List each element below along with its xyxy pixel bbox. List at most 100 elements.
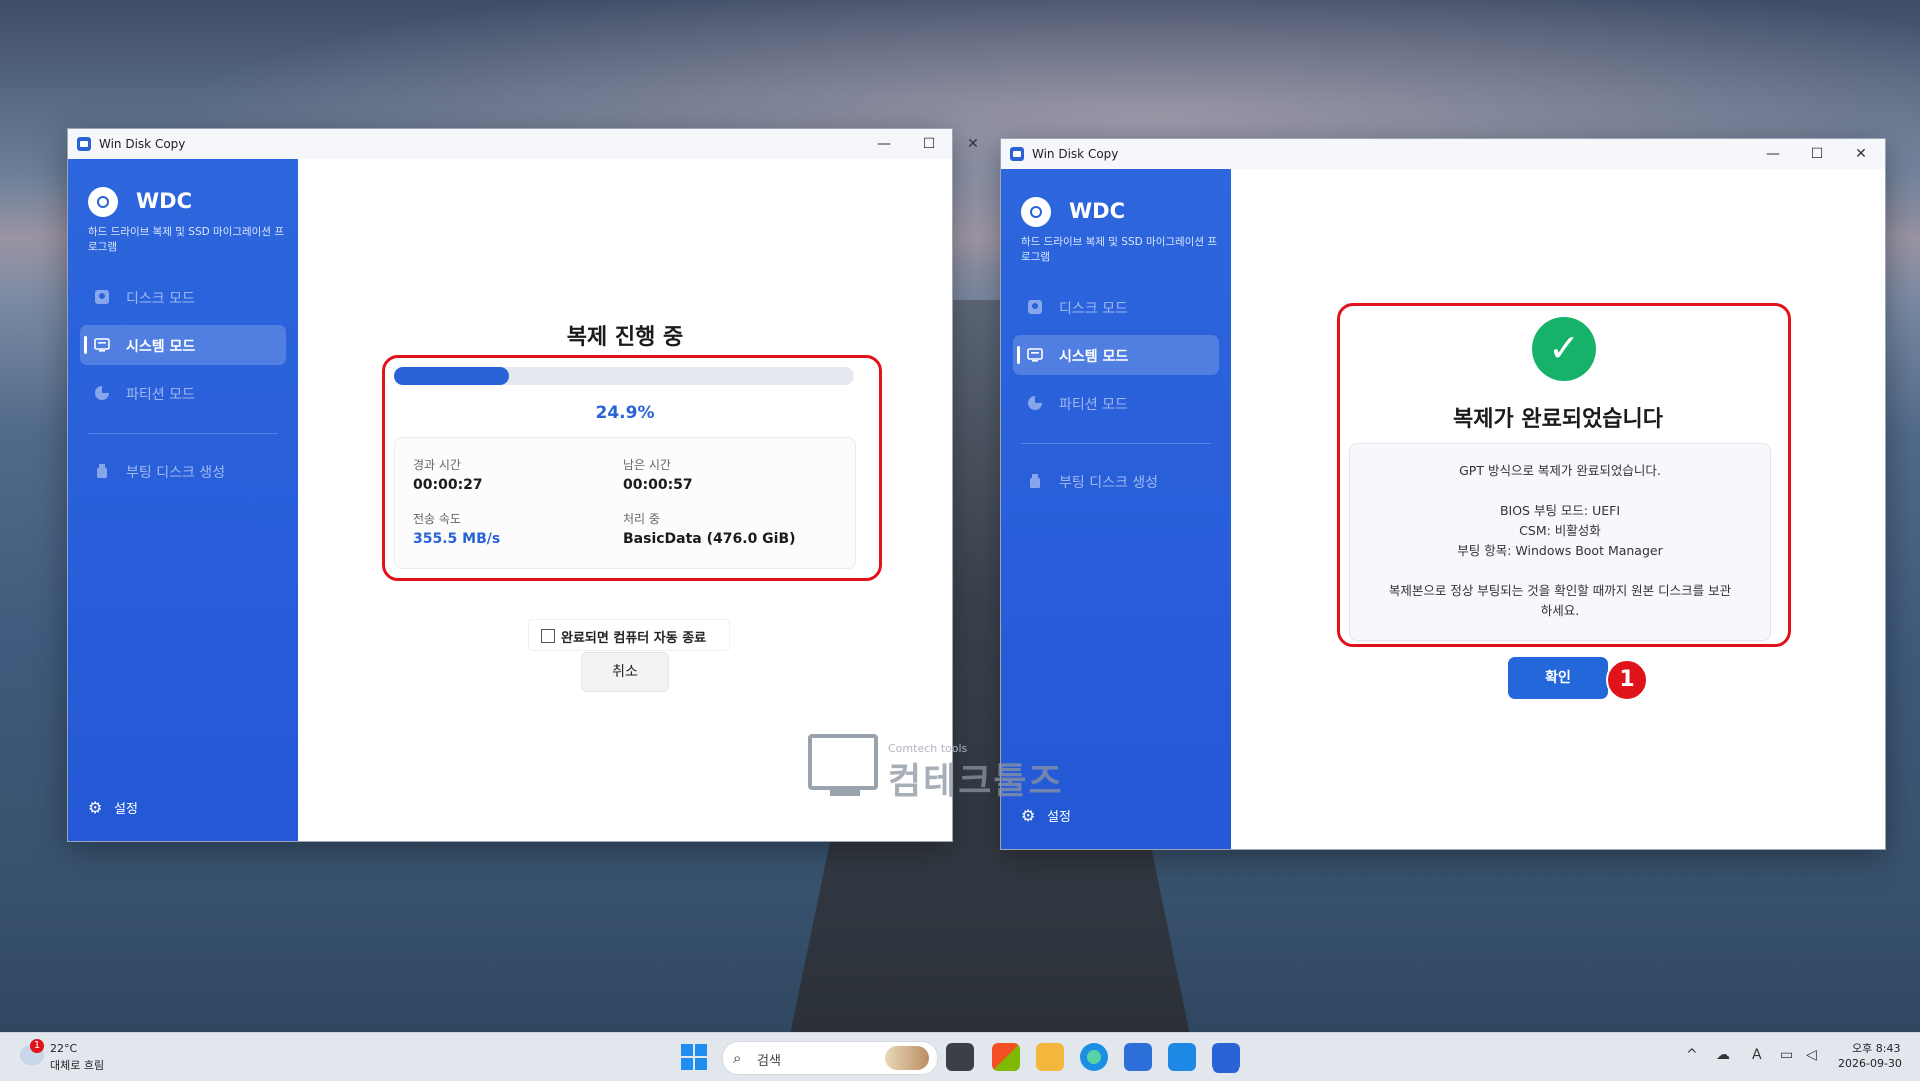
cancel-button[interactable]: 취소 <box>581 652 669 692</box>
step-number-badge: 1 <box>1606 659 1648 701</box>
info-line: CSM: 비활성화 <box>1519 523 1601 538</box>
window-title: Win Disk Copy <box>1032 147 1119 161</box>
nav-label: 부팅 디스크 생성 <box>126 465 226 481</box>
monitor-icon <box>1027 348 1043 362</box>
brand-name: WDC <box>136 189 193 213</box>
maximize-button[interactable]: ☐ <box>907 133 951 155</box>
stat-speed: 전송 속도 355.5 MB/s <box>413 510 500 547</box>
search-icon: ⌕ <box>733 1049 742 1067</box>
settings-label: 설정 <box>114 802 138 817</box>
progress-bar-fill <box>394 367 509 385</box>
page-title: 복제가 완료되었습니다 <box>1452 407 1664 432</box>
minimize-button[interactable]: — <box>862 133 906 155</box>
gear-icon: ⚙ <box>1021 806 1036 825</box>
stat-label: 경과 시간 <box>413 458 461 472</box>
watermark-text: 컴테크툴즈 <box>888 761 1064 802</box>
file-explorer-icon[interactable] <box>1036 1043 1064 1071</box>
minimize-button[interactable]: — <box>1751 143 1795 165</box>
nav-divider <box>1021 443 1211 444</box>
chevron-up-icon[interactable]: ^ <box>1686 1047 1698 1063</box>
settings-label: 설정 <box>1047 810 1071 825</box>
sidebar: WDC 하드 드라이브 복제 및 SSD 마이그레이션 프로그램 디스크 모드 … <box>68 159 298 841</box>
brand-name: WDC <box>1069 199 1126 223</box>
wdc-app-taskbar-icon[interactable] <box>1212 1043 1240 1071</box>
stat-value: 355.5 MB/s <box>413 531 501 547</box>
clock-time[interactable]: 오후 8:43 <box>1852 1040 1900 1056</box>
stat-label: 남은 시간 <box>623 458 671 472</box>
sidebar-item-system-mode[interactable]: 시스템 모드 <box>80 325 286 365</box>
search-highlight-image <box>885 1046 929 1070</box>
close-button[interactable]: ✕ <box>953 133 993 155</box>
logo-icon <box>1021 197 1051 227</box>
ime-indicator[interactable]: A <box>1752 1047 1762 1063</box>
info-line: 하세요. <box>1540 603 1580 618</box>
taskbar: 1 22°C 대체로 흐림 ⌕ 검색 ^ ☁ A ▭ ◁ 오후 8:43 202… <box>0 1032 1920 1081</box>
weather-temperature[interactable]: 22°C <box>50 1042 77 1055</box>
store-icon[interactable] <box>1124 1043 1152 1071</box>
logo-icon <box>88 187 118 217</box>
sidebar-item-disk-mode[interactable]: 디스크 모드 <box>1013 287 1219 327</box>
nav-label: 시스템 모드 <box>1059 349 1129 365</box>
page-title: 복제 진행 중 <box>566 325 684 350</box>
monitor-icon <box>808 734 878 790</box>
sidebar-item-boot-disk[interactable]: 부팅 디스크 생성 <box>1013 461 1219 501</box>
window-title: Win Disk Copy <box>99 137 186 151</box>
success-check-icon: ✓ <box>1532 317 1596 381</box>
network-icon[interactable]: ▭ <box>1780 1047 1793 1063</box>
brand-subtitle: 하드 드라이브 복제 및 SSD 마이그레이션 프로그램 <box>88 226 285 253</box>
outlook-icon[interactable] <box>1168 1043 1196 1071</box>
gear-icon: ⚙ <box>88 798 103 817</box>
search-placeholder: 검색 <box>757 1054 781 1069</box>
sidebar-item-partition-mode[interactable]: 파티션 모드 <box>80 373 286 413</box>
main-content: ✓ 복제가 완료되었습니다 GPT 방식으로 복제가 완료되었습니다. BIOS… <box>1231 169 1885 849</box>
nav-label: 파티션 모드 <box>126 387 195 403</box>
edge-browser-icon[interactable] <box>1080 1043 1108 1071</box>
info-line: GPT 방식으로 복제가 완료되었습니다. <box>1459 463 1661 478</box>
weather-description[interactable]: 대체로 흐림 <box>50 1057 104 1073</box>
stat-value: BasicData (476.0 GiB) <box>623 531 796 547</box>
brand-subtitle: 하드 드라이브 복제 및 SSD 마이그레이션 프로그램 <box>1021 236 1218 263</box>
nav-label: 부팅 디스크 생성 <box>1059 475 1159 491</box>
completion-window: Win Disk Copy — ☐ ✕ WDC 하드 드라이브 복제 및 SSD… <box>1000 138 1886 850</box>
sidebar-item-system-mode[interactable]: 시스템 모드 <box>1013 335 1219 375</box>
progress-bar <box>394 367 854 385</box>
app-icon <box>1010 147 1024 161</box>
nav-label: 파티션 모드 <box>1059 397 1128 413</box>
stat-label: 처리 중 <box>623 512 660 526</box>
auto-shutdown-option[interactable]: 완료되면 컴퓨터 자동 종료 <box>528 619 730 651</box>
stat-remaining: 남은 시간 00:00:57 <box>623 456 693 493</box>
volume-icon[interactable]: ◁ <box>1806 1047 1817 1063</box>
task-view-icon[interactable] <box>946 1043 974 1071</box>
confirm-button[interactable]: 확인 <box>1508 657 1608 699</box>
titlebar[interactable]: Win Disk Copy — ☐ ✕ <box>68 129 979 159</box>
stat-processing: 처리 중 BasicData (476.0 GiB) <box>623 510 796 547</box>
stat-value: 00:00:27 <box>413 477 483 493</box>
usb-drive-icon <box>97 464 107 478</box>
monitor-icon <box>94 338 110 352</box>
clock-date[interactable]: 2026-09-30 <box>1838 1057 1902 1070</box>
nav-label: 디스크 모드 <box>126 291 195 307</box>
close-button[interactable]: ✕ <box>1841 143 1881 165</box>
settings-button[interactable]: ⚙ 설정 <box>88 798 138 817</box>
watermark: Comtech tools 컴테크툴즈 <box>808 732 1068 804</box>
taskbar-search[interactable]: ⌕ 검색 <box>722 1041 938 1075</box>
auto-shutdown-checkbox[interactable] <box>541 629 555 643</box>
cloud-offline-icon[interactable]: ☁ <box>1716 1047 1730 1063</box>
stat-elapsed: 경과 시간 00:00:27 <box>413 456 483 493</box>
stats-card: 경과 시간 00:00:27 남은 시간 00:00:57 전송 속도 355.… <box>394 437 856 569</box>
stat-value: 00:00:57 <box>623 477 693 493</box>
sidebar-item-disk-mode[interactable]: 디스크 모드 <box>80 277 286 317</box>
settings-button[interactable]: ⚙ 설정 <box>1021 806 1071 825</box>
app-icon <box>77 137 91 151</box>
titlebar[interactable]: Win Disk Copy — ☐ ✕ <box>1001 139 1885 169</box>
sidebar-item-boot-disk[interactable]: 부팅 디스크 생성 <box>80 451 286 491</box>
auto-shutdown-label: 완료되면 컴퓨터 자동 종료 <box>561 631 707 646</box>
notification-badge: 1 <box>30 1039 44 1053</box>
widgets-icon[interactable] <box>992 1043 1020 1071</box>
sidebar-item-partition-mode[interactable]: 파티션 모드 <box>1013 383 1219 423</box>
disk-icon <box>1028 300 1042 314</box>
result-info-card: GPT 방식으로 복제가 완료되었습니다. BIOS 부팅 모드: UEFI C… <box>1349 443 1771 641</box>
monitor-stand <box>830 788 860 796</box>
maximize-button[interactable]: ☐ <box>1795 143 1839 165</box>
windows-start-icon[interactable] <box>680 1043 708 1071</box>
